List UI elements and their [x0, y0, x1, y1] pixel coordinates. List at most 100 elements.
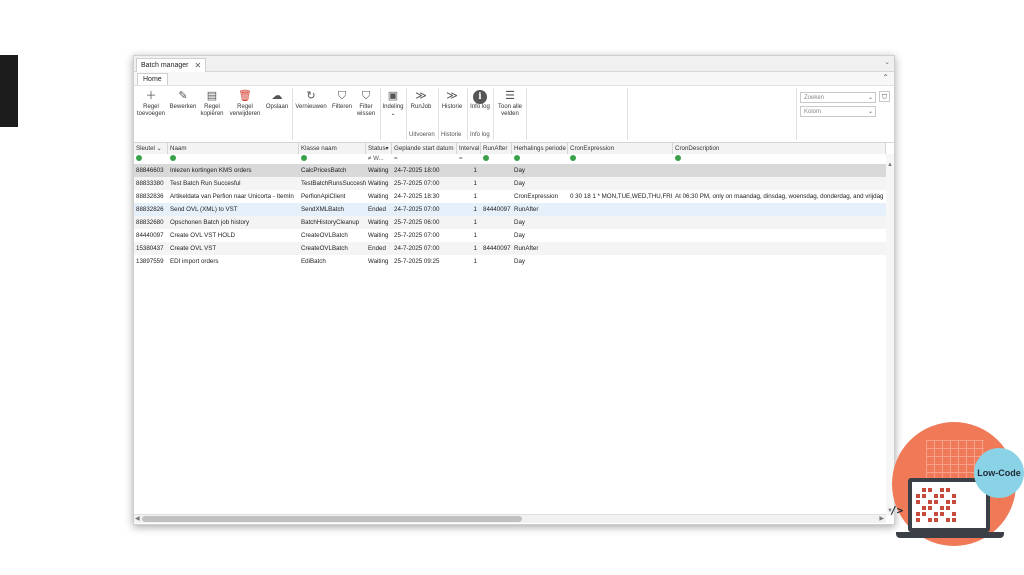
cell-crondescription[interactable] [673, 164, 886, 177]
cell-cronexpression[interactable]: 0 30 18 1 * MON,TUE,WED,THU,FRI * [568, 190, 673, 203]
cell-status[interactable]: Ended [366, 242, 392, 255]
filter-cell[interactable] [299, 154, 366, 164]
cell-runafter[interactable] [481, 190, 512, 203]
cell-status[interactable]: Waiting [366, 190, 392, 203]
collapse-ribbon-icon[interactable]: ⌃ [882, 73, 889, 82]
cell-cronexpression[interactable] [568, 229, 673, 242]
filter-cell[interactable] [481, 154, 512, 164]
table-row[interactable]: 88832826 Send OVL (XML) to VST SendXMLBatc… [134, 203, 886, 216]
table-row[interactable]: 88832680 Opschonen Batch job history Batch… [134, 216, 886, 229]
cell-interval[interactable]: 1 [457, 255, 481, 268]
cell-interval[interactable]: 1 [457, 177, 481, 190]
cell-start-datum[interactable]: 25-7-2025 06:00 [392, 216, 457, 229]
cell-interval[interactable]: 1 [457, 164, 481, 177]
cell-crondescription[interactable] [673, 177, 886, 190]
cell-naam[interactable]: Test Batch Run Succesful [168, 177, 299, 190]
column-header-interval[interactable]: Interval [457, 143, 481, 154]
cell-status[interactable]: Waiting [366, 255, 392, 268]
cell-runafter[interactable] [481, 216, 512, 229]
search-input[interactable]: Zoeken ⌄ [800, 92, 876, 103]
column-header-runafter[interactable]: RunAfter [481, 143, 512, 154]
cell-naam[interactable]: Create OVL VST [168, 242, 299, 255]
cell-crondescription[interactable] [673, 216, 886, 229]
filter-button[interactable]: ⛉ Filteren [330, 90, 354, 111]
filter-cell-planned[interactable]: = [392, 154, 457, 164]
filter-cell-interval[interactable]: = [457, 154, 481, 164]
cell-herhalings-periode[interactable]: CronExpression [512, 190, 568, 203]
cell-naam[interactable]: Opschonen Batch job history [168, 216, 299, 229]
info-log-button[interactable]: i Info log [469, 90, 491, 111]
cell-start-datum[interactable]: 25-7-2025 07:00 [392, 229, 457, 242]
table-row[interactable]: 88832836 Artikeldata van Perfion naar Uni… [134, 190, 886, 203]
show-all-fields-button[interactable]: ☰ Toon alle velden [495, 90, 525, 118]
cell-interval[interactable]: 1 [457, 229, 481, 242]
cell-herhalings-periode[interactable]: Day [512, 229, 568, 242]
cell-cronexpression[interactable] [568, 255, 673, 268]
cell-runafter[interactable] [481, 164, 512, 177]
cell-sleutel[interactable]: 88833380 [134, 177, 168, 190]
column-header-herhalings-periode[interactable]: Herhalings periode [512, 143, 568, 154]
scroll-up-icon[interactable]: ▲ [887, 162, 893, 168]
cell-sleutel[interactable]: 13897559 [134, 255, 168, 268]
edit-button[interactable]: ✎ Bewerken [169, 90, 197, 111]
table-row[interactable]: 84440097 Create OVL VST HOLD CreateOVLBatc… [134, 229, 886, 242]
search-filter-button[interactable]: ⛉ [879, 91, 890, 102]
cell-klasse-naam[interactable]: CalcPricesBatch [299, 164, 366, 177]
column-select[interactable]: Kolom ⌄ [800, 106, 876, 117]
cell-crondescription[interactable] [673, 229, 886, 242]
refresh-button[interactable]: ↻ Vernieuwen [294, 90, 328, 111]
cell-interval[interactable]: 1 [457, 203, 481, 216]
cell-runafter[interactable] [481, 255, 512, 268]
history-button[interactable]: ≫ Historie [440, 90, 464, 111]
cell-runafter[interactable] [481, 229, 512, 242]
table-row[interactable]: 15380437 Create OVL VST CreateOVLBatch Ende… [134, 242, 886, 255]
cell-crondescription[interactable] [673, 203, 886, 216]
filter-cell[interactable] [512, 154, 568, 164]
close-icon[interactable]: ✕ [194, 60, 201, 72]
cell-naam[interactable]: Create OVL VST HOLD [168, 229, 299, 242]
cell-naam[interactable]: Inlezen kortingen KMS orders [168, 164, 299, 177]
cell-runafter[interactable] [481, 177, 512, 190]
cell-start-datum[interactable]: 24-7-2025 18:00 [392, 164, 457, 177]
filter-cell[interactable] [168, 154, 299, 164]
layout-button[interactable]: ▣ Indeling ⌄ [382, 90, 404, 118]
cell-klasse-naam[interactable]: SendXMLBatch [299, 203, 366, 216]
add-row-button[interactable]: ＋ Regel toevoegen [137, 90, 165, 118]
cell-crondescription[interactable] [673, 255, 886, 268]
save-button[interactable]: ☁ Opslaan [264, 90, 290, 111]
cell-start-datum[interactable]: 25-7-2025 07:00 [392, 177, 457, 190]
cell-klasse-naam[interactable]: EdiBatch [299, 255, 366, 268]
cell-status[interactable]: Waiting [366, 229, 392, 242]
column-header-sleutel[interactable]: Sleutel ⌄ [134, 143, 168, 154]
cell-sleutel[interactable]: 88846603 [134, 164, 168, 177]
cell-herhalings-periode[interactable]: RunAfter [512, 203, 568, 216]
cell-klasse-naam[interactable]: BatchHistoryCleanup [299, 216, 366, 229]
cell-runafter[interactable]: 84440097 [481, 242, 512, 255]
cell-naam[interactable]: Artikeldata van Perfion naar Unicorta - … [168, 190, 299, 203]
clear-filter-button[interactable]: ⛉ Filter wissen [354, 90, 378, 118]
column-header-naam[interactable]: Naam [168, 143, 299, 154]
column-header-cronexpression[interactable]: CronExpression [568, 143, 673, 154]
cell-crondescription[interactable]: At 06:30 PM, only on maandag, dinsdag, w… [673, 190, 886, 203]
filter-cell[interactable] [673, 154, 886, 164]
table-row[interactable]: 88833380 Test Batch Run Succesful TestBatc… [134, 177, 886, 190]
table-row[interactable]: 88846603 Inlezen kortingen KMS orders Calc… [134, 164, 886, 177]
cell-herhalings-periode[interactable]: Day [512, 255, 568, 268]
cell-naam[interactable]: Send OVL (XML) to VST [168, 203, 299, 216]
horizontal-scrollbar[interactable]: ◀ ▶ [134, 514, 886, 523]
cell-start-datum[interactable]: 25-7-2025 09:25 [392, 255, 457, 268]
cell-start-datum[interactable]: 24-7-2025 18:30 [392, 190, 457, 203]
cell-interval[interactable]: 1 [457, 216, 481, 229]
scroll-left-icon[interactable]: ◀ [135, 515, 140, 523]
cell-sleutel[interactable]: 84440097 [134, 229, 168, 242]
delete-row-button[interactable]: 🗑 Regel verwijderen [228, 90, 262, 118]
cell-herhalings-periode[interactable]: Day [512, 177, 568, 190]
cell-cronexpression[interactable] [568, 203, 673, 216]
cell-status[interactable]: Waiting [366, 177, 392, 190]
chevron-down-icon[interactable]: ⌄ [884, 58, 890, 66]
cell-cronexpression[interactable] [568, 242, 673, 255]
cell-sleutel[interactable]: 15380437 [134, 242, 168, 255]
column-header-status[interactable]: Status▾ [366, 143, 392, 154]
cell-sleutel[interactable]: 88832680 [134, 216, 168, 229]
cell-cronexpression[interactable] [568, 164, 673, 177]
